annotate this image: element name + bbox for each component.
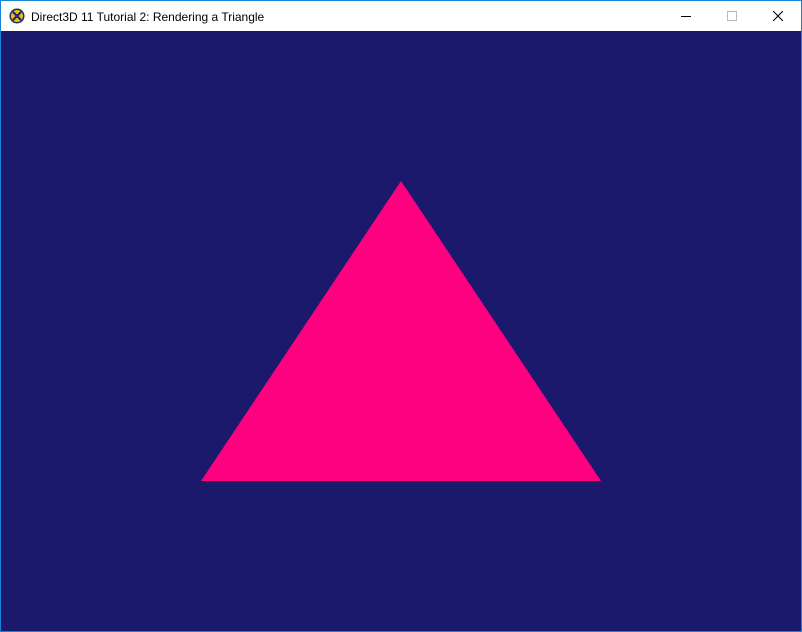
- maximize-icon: [727, 11, 737, 21]
- app-window: Direct3D 11 Tutorial 2: Rendering a Tria…: [0, 0, 802, 632]
- render-viewport[interactable]: [1, 31, 801, 631]
- maximize-button[interactable]: [709, 1, 755, 31]
- directx-icon[interactable]: [9, 8, 25, 24]
- close-icon: [773, 11, 783, 21]
- minimize-icon: [681, 16, 691, 17]
- window-title: Direct3D 11 Tutorial 2: Rendering a Tria…: [31, 10, 265, 24]
- title-bar[interactable]: Direct3D 11 Tutorial 2: Rendering a Tria…: [1, 1, 801, 31]
- close-button[interactable]: [755, 1, 801, 31]
- minimize-button[interactable]: [663, 1, 709, 31]
